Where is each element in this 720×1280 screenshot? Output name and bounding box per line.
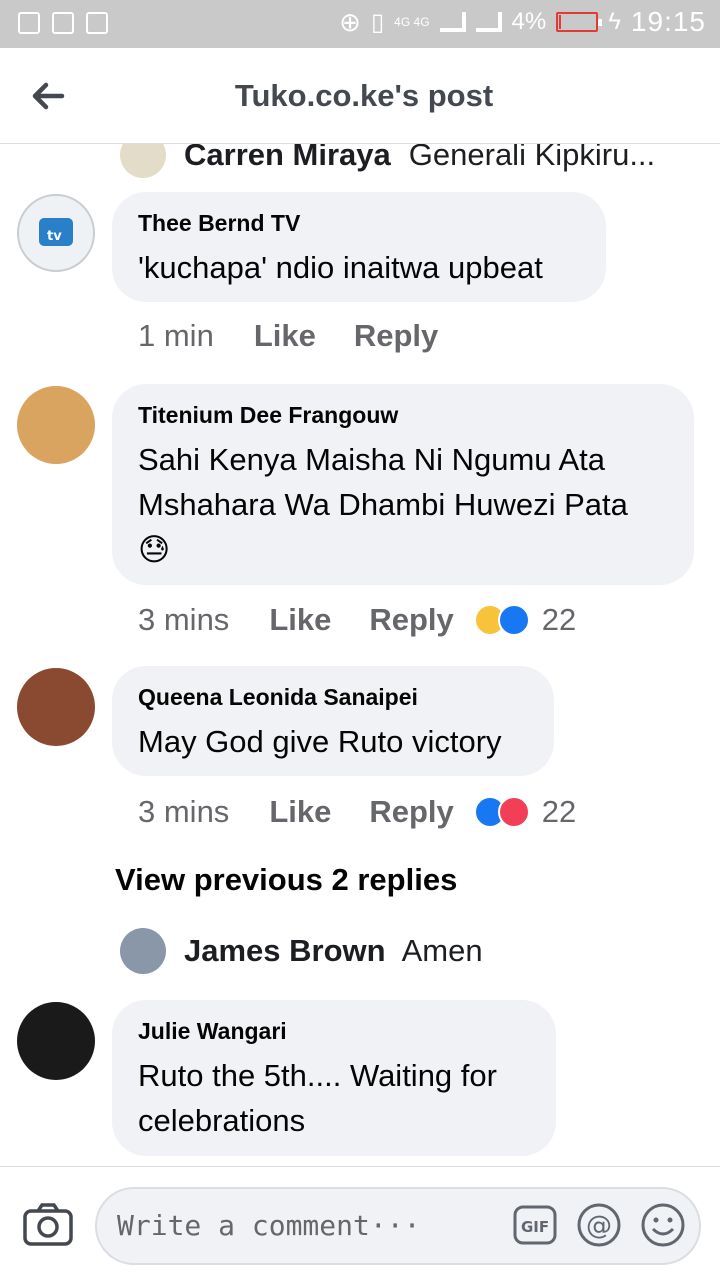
like-reaction-icon — [497, 604, 530, 636]
comment-bubble[interactable]: Julie Wangari Ruto the 5th.... Waiting f… — [112, 1000, 556, 1156]
view-previous-replies-link[interactable]: View previous 2 replies — [115, 862, 457, 898]
comment-bubble[interactable]: Thee Bernd TV 'kuchapa' ndio inaitwa upb… — [112, 192, 606, 302]
comment-input-placeholder: Write a comment··· — [117, 1209, 421, 1242]
comment-actions: 3 mins Like Reply 22 — [138, 794, 576, 830]
comment-text-body: Sahi Kenya Maisha Ni Ngumu Ata Mshahara … — [138, 442, 628, 522]
signal-2-icon — [475, 12, 502, 32]
svg-text:@: @ — [586, 1211, 612, 1241]
comment-text: May God give Ruto victory — [138, 724, 502, 759]
nested-reply-peek[interactable]: Carren Miraya Generali Kipkiru... — [120, 144, 655, 178]
data-saver-icon: ⊕ — [339, 6, 361, 37]
reaction-count[interactable]: 22 — [542, 794, 576, 830]
comment-bubble[interactable]: Queena Leonida Sanaipei May God give Rut… — [112, 666, 554, 776]
love-reaction-icon — [497, 796, 530, 828]
reply-button[interactable]: Reply — [354, 318, 438, 354]
like-button[interactable]: Like — [269, 602, 331, 638]
comment-text: Ruto the 5th.... Waiting for celebration… — [138, 1058, 497, 1138]
reply-text: Amen — [401, 933, 483, 968]
reactions-summary[interactable] — [473, 796, 530, 828]
comment-composer: Write a comment··· GIF @ — [0, 1166, 720, 1280]
apps-notification-icon — [86, 12, 108, 34]
avatar[interactable] — [17, 668, 95, 746]
comment-time[interactable]: 3 mins — [138, 602, 229, 638]
comment-author[interactable]: Julie Wangari — [138, 1018, 530, 1045]
comments-feed[interactable]: Carren Miraya Generali Kipkiru... tv The… — [0, 144, 720, 1166]
emoji-icon[interactable] — [639, 1201, 687, 1249]
comment-text: 'kuchapa' ndio inaitwa upbeat — [138, 250, 543, 285]
comment-input[interactable]: Write a comment··· GIF @ — [95, 1187, 701, 1265]
tv-logo-icon: tv — [39, 218, 73, 246]
battery-percent: 4% — [511, 8, 547, 35]
image-notification-icon — [52, 12, 74, 34]
like-button[interactable]: Like — [269, 794, 331, 830]
comment-actions: 1 min Like Reply — [138, 318, 476, 354]
comment-text: Sahi Kenya Maisha Ni Ngumu Ata Mshahara … — [138, 437, 668, 572]
comment-time[interactable]: 3 mins — [138, 794, 229, 830]
page-title: Tuko.co.ke's post — [234, 78, 494, 113]
message-notification-icon — [18, 12, 40, 34]
avatar[interactable] — [17, 1002, 95, 1080]
comment-time[interactable]: 1 min — [138, 318, 214, 354]
reply-author[interactable]: James Brown — [184, 933, 386, 969]
comment-author[interactable]: Titenium Dee Frangouw — [138, 402, 668, 429]
reply-author[interactable]: Carren Miraya — [184, 144, 391, 173]
reply-button[interactable]: Reply — [369, 602, 453, 638]
sweat-emoji: 😓 — [138, 532, 171, 567]
network-type: 4G 4G — [394, 15, 430, 29]
reaction-count[interactable]: 22 — [542, 602, 576, 638]
avatar[interactable] — [120, 144, 166, 178]
gif-button[interactable]: GIF — [511, 1201, 559, 1249]
like-button[interactable]: Like — [254, 318, 316, 354]
svg-text:tv: tv — [47, 229, 62, 244]
charging-icon: ϟ — [608, 8, 621, 35]
battery-icon — [556, 12, 603, 32]
comment-author[interactable]: Queena Leonida Sanaipei — [138, 684, 528, 711]
nested-reply[interactable]: James Brown Amen — [120, 928, 483, 974]
reply-text: Generali Kipkiru... — [408, 144, 656, 172]
clock: 19:15 — [630, 6, 706, 37]
camera-icon[interactable] — [22, 1203, 74, 1247]
gif-label: GIF — [521, 1218, 549, 1236]
mention-icon[interactable]: @ — [575, 1201, 623, 1249]
avatar[interactable] — [120, 928, 166, 974]
status-bar: ⊕ ▯ 4G 4G 4% ϟ 19:15 — [0, 0, 720, 48]
comment-author[interactable]: Thee Bernd TV — [138, 210, 580, 237]
reply-button[interactable]: Reply — [369, 794, 453, 830]
comment-actions: 3 mins Like Reply 22 — [138, 602, 576, 638]
post-header: Tuko.co.ke's post — [0, 48, 720, 144]
reactions-summary[interactable] — [473, 604, 530, 636]
avatar[interactable] — [17, 386, 95, 464]
vibrate-icon: ▯ — [370, 8, 385, 36]
avatar[interactable]: tv — [17, 194, 95, 272]
comment-bubble[interactable]: Titenium Dee Frangouw Sahi Kenya Maisha … — [112, 384, 694, 585]
signal-1-icon — [439, 12, 466, 32]
